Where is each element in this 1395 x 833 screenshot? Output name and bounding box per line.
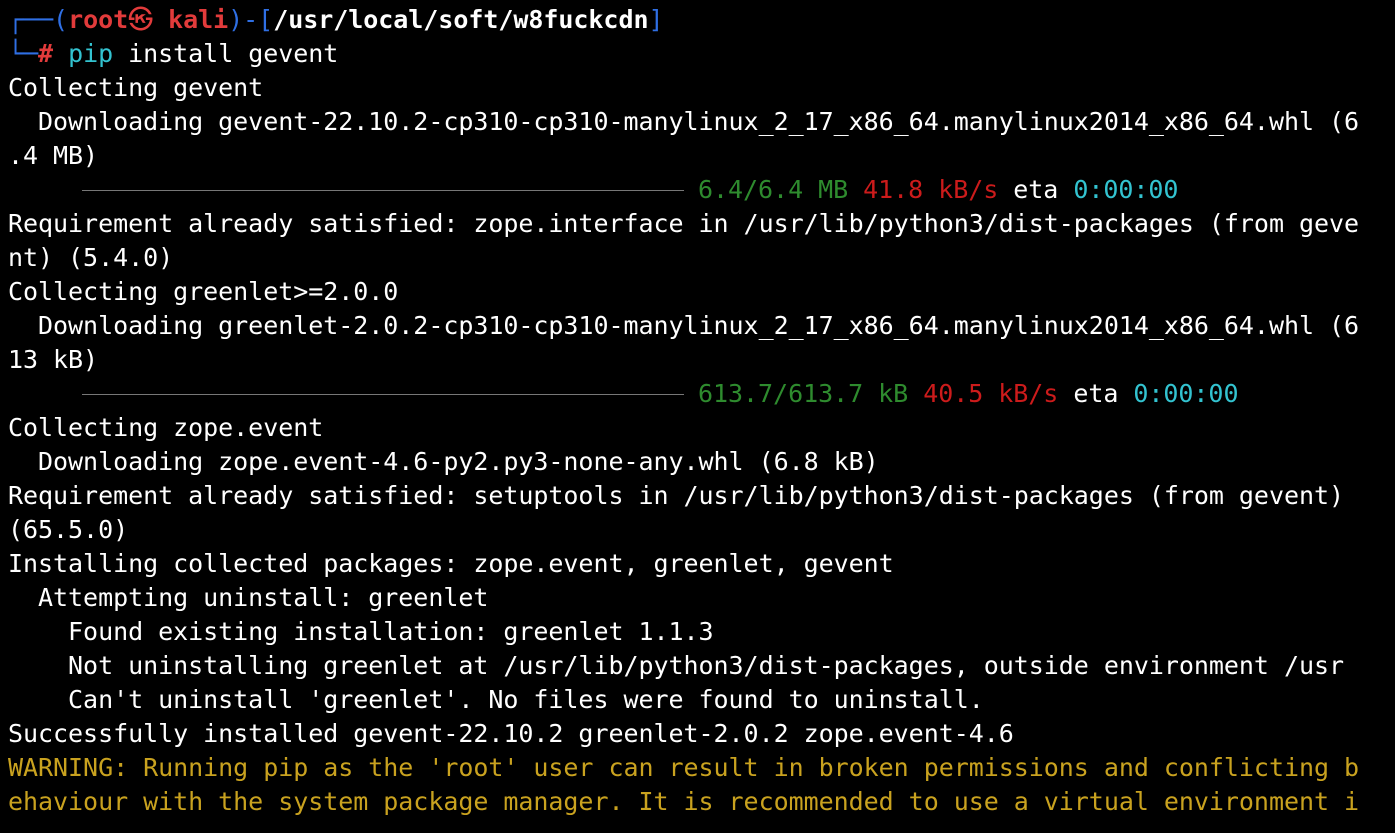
output-line: Downloading zope.event-4.6-py2.py3-none-… [8, 447, 879, 476]
progress-line-gevent: 6.4/6.4 MB 41.8 kB/s eta 0:00:00 [0, 173, 1395, 207]
progress-bar [82, 189, 684, 191]
prompt-hash: # [38, 39, 54, 68]
output-line: Found existing installation: greenlet 1.… [8, 617, 714, 646]
warning-line: ehaviour with the system package manager… [8, 787, 1360, 816]
output-line: Downloading greenlet-2.0.2-cp310-cp310-m… [8, 311, 1360, 340]
output-line: 13 kB) [8, 345, 99, 374]
command-name: pip [68, 39, 114, 68]
prompt-path: /usr/local/soft/w8fuckcdn [273, 5, 649, 34]
output-line: Requirement already satisfied: setuptool… [8, 481, 1345, 510]
output-line: nt) (5.4.0) [8, 243, 174, 272]
prompt-dash: - [243, 5, 259, 34]
prompt-corner-bottom: └─ [8, 39, 39, 68]
progress-eta-label: eta [1013, 175, 1059, 204]
prompt-bracket-close: ] [648, 5, 664, 34]
prompt-paren-open: ( [53, 5, 69, 34]
output-line: Can't uninstall 'greenlet'. No files wer… [8, 685, 984, 714]
output-line: Requirement already satisfied: zope.inte… [8, 209, 1360, 238]
output-line-success: Successfully installed gevent-22.10.2 gr… [8, 719, 1014, 748]
progress-eta-label: eta [1073, 379, 1119, 408]
output-line: Collecting gevent [8, 73, 264, 102]
prompt-line-command[interactable]: └─# pip install gevent [0, 37, 1395, 71]
output-line: Not uninstalling greenlet at /usr/lib/py… [8, 651, 1345, 680]
progress-speed: 40.5 kB/s [923, 379, 1059, 408]
output-line: Collecting zope.event [8, 413, 324, 442]
prompt-corner-top: ┌── [8, 5, 54, 34]
prompt-host: kali [168, 5, 229, 34]
terminal-window[interactable]: ┌──(root㉿ kali)-[/usr/local/soft/w8fuckc… [0, 3, 1395, 833]
progress-size: 613.7/613.7 kB [698, 379, 909, 408]
prompt-paren-close: ) [228, 5, 244, 34]
prompt-user: root [68, 5, 129, 34]
progress-line-greenlet: 613.7/613.7 kB 40.5 kB/s eta 0:00:00 [0, 377, 1395, 411]
progress-eta: 0:00:00 [1133, 379, 1239, 408]
output-line: Downloading gevent-22.10.2-cp310-cp310-m… [8, 107, 1360, 136]
prompt-line-top: ┌──(root㉿ kali)-[/usr/local/soft/w8fuckc… [0, 3, 1395, 37]
command-args: install gevent [113, 39, 339, 68]
output-line: (65.5.0) [8, 515, 129, 544]
progress-speed: 41.8 kB/s [863, 175, 999, 204]
output-line: Installing collected packages: zope.even… [8, 549, 894, 578]
output-line: .4 MB) [8, 141, 99, 170]
progress-size: 6.4/6.4 MB [698, 175, 849, 204]
output-line: Collecting greenlet>=2.0.0 [8, 277, 399, 306]
output-line: Attempting uninstall: greenlet [8, 583, 489, 612]
prompt-at-icon: ㉿ [128, 5, 154, 34]
progress-bar [82, 393, 684, 395]
warning-line: WARNING: Running pip as the 'root' user … [8, 753, 1360, 782]
prompt-bracket-open: [ [258, 5, 274, 34]
progress-eta: 0:00:00 [1073, 175, 1179, 204]
